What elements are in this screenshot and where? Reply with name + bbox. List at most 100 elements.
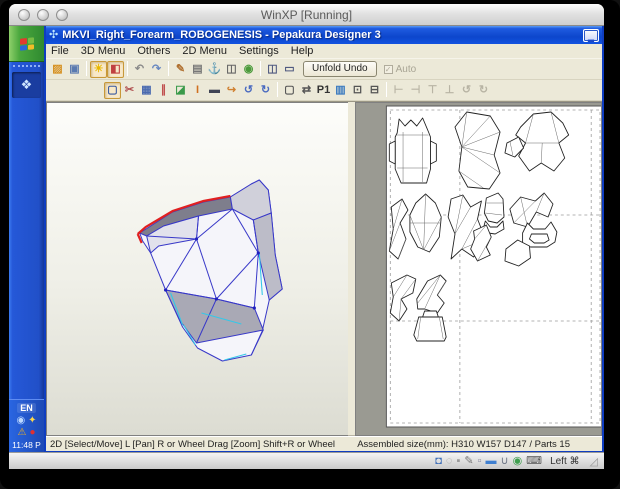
antivirus-icon[interactable]: ● — [29, 427, 35, 438]
volume-icon[interactable]: ◉ — [16, 415, 25, 426]
vm-window: WinXP [Running] ❖ EN ◉ ✦ ⚠ ● 11:48 P ✣ M… — [9, 4, 604, 469]
tray-icons: ◉ ✦ ⚠ ● — [12, 415, 42, 438]
language-indicator[interactable]: EN — [17, 403, 36, 413]
status-bar: 2D [Select/Move] L [Pan] R or Wheel Drag… — [46, 436, 602, 451]
rotate-left-disabled-icon: ↺ — [461, 83, 472, 96]
host-key-label: Left ⌘ — [550, 455, 580, 467]
resize-grip[interactable]: ◿ — [590, 455, 598, 468]
save-file-icon[interactable]: ▣ — [66, 61, 83, 78]
page-number-icon[interactable]: P1 — [315, 82, 332, 99]
toolbar-separator — [86, 60, 87, 76]
start-button[interactable] — [9, 26, 44, 62]
app-minimize-button[interactable]: ▂ — [583, 28, 599, 42]
glue-tab-icon[interactable]: ◪ — [172, 82, 189, 99]
app-titlebar: ✣ MKVI_Right_Forearm_ROBOGENESIS - Pepak… — [46, 26, 602, 44]
menu-file[interactable]: File — [51, 45, 69, 57]
security-key-icon[interactable]: ✦ — [28, 415, 36, 426]
2d-view[interactable] — [355, 102, 602, 436]
pattern-sheet — [385, 105, 601, 428]
light-toggle-icon[interactable]: ☀ — [90, 60, 107, 78]
rotate-right-disabled-icon: ↻ — [478, 83, 489, 96]
edit-flaps-icon[interactable]: ✂ — [121, 82, 138, 99]
keyboard-capture-icon[interactable]: ⌨ — [526, 455, 542, 467]
main-toolbar-icons: ▨ ▣ ☀ ◧ ↶ ↷ ✎ ▤ ⚓ ◫ ◉ ◫ ▭ — [49, 60, 298, 78]
toolbar-separator — [386, 81, 387, 97]
menu-settings[interactable]: Settings — [239, 45, 279, 57]
pepakura-window: ✣ MKVI_Right_Forearm_ROBOGENESIS - Pepak… — [44, 26, 604, 452]
clipboard-icon[interactable]: ▫ — [478, 455, 482, 467]
pattern-piece-8[interactable] — [483, 192, 505, 224]
screenshot-root: WinXP [Running] ❖ EN ◉ ✦ ⚠ ● 11:48 P ✣ M… — [0, 0, 620, 489]
scale-chart-icon[interactable]: ▥ — [332, 82, 349, 99]
work-area — [46, 101, 602, 436]
vm-window-title: WinXP [Running] — [260, 7, 353, 22]
part-box-icon[interactable]: ◫ — [223, 61, 240, 78]
network-icon[interactable]: ◉ — [513, 455, 523, 467]
main-toolbar: ▨ ▣ ☀ ◧ ↶ ↷ ✎ ▤ ⚓ ◫ ◉ ◫ ▭ Unfold Undo ✓ Auto — [46, 59, 602, 80]
select-rect-icon[interactable]: ▢ — [281, 82, 298, 99]
toolbar-separator — [277, 81, 278, 97]
draw-lines-icon[interactable]: ∥ — [155, 82, 172, 99]
display-icon[interactable]: ▬ — [486, 455, 497, 467]
clock: 11:48 P — [12, 440, 41, 450]
arrange-parts-icon[interactable]: ⇄ — [298, 82, 315, 99]
menu-2d-menu[interactable]: 2D Menu — [182, 45, 227, 57]
taskbar-separator — [13, 65, 40, 67]
auto-checkbox-box: ✓ — [383, 64, 393, 74]
texture-display-icon[interactable]: ▦ — [138, 82, 155, 99]
menu-bar: File 3D Menu Others 2D Menu Settings Help — [46, 44, 602, 59]
3d-view[interactable] — [46, 102, 348, 436]
security-alert-icon[interactable]: ⚠ — [17, 427, 26, 438]
toolbar-separator — [168, 60, 169, 76]
open-file-icon[interactable]: ▨ — [49, 61, 66, 78]
tablet-pen-icon[interactable]: ✎ — [464, 455, 473, 467]
assembled-size: Assembled size(mm): H310 W157 D147 / Par… — [357, 438, 570, 450]
redo-icon[interactable]: ↷ — [148, 61, 165, 78]
joint-point-icon[interactable]: ◉ — [240, 61, 257, 78]
taskbar-item-pepakura[interactable]: ❖ — [12, 72, 41, 98]
check-sheet-icon[interactable]: ⊡ — [349, 82, 366, 99]
menu-3d-menu[interactable]: 3D Menu — [81, 45, 126, 57]
windows-flag-icon — [19, 36, 34, 51]
ruler-icon[interactable]: ⊟ — [366, 82, 383, 99]
anchor-icon[interactable]: ⚓ — [206, 61, 223, 78]
unfold-undo-button[interactable]: Unfold Undo — [303, 61, 377, 77]
pepakura-taskbar-icon: ❖ — [20, 77, 33, 92]
pen-tool-icon[interactable]: ✎ — [172, 61, 189, 78]
view-splitter[interactable] — [348, 102, 355, 436]
select-move-tool-icon[interactable]: ▢ — [104, 81, 121, 99]
layout-single-view-icon[interactable]: ▭ — [281, 61, 298, 78]
xp-taskbar: ❖ EN ◉ ✦ ⚠ ● 11:48 P — [9, 26, 44, 452]
2d-toolbar: ▢ ✂ ▦ ∥ ◪ I ▬ ↪ ↺ ↻ ▢ ⇄ P1 ▥ ⊡ ⊟ ⊢ ⊣ ⊤ ⊥ ↺ ↻ — [46, 80, 602, 101]
menu-others[interactable]: Others — [137, 45, 170, 57]
texture-cube-icon[interactable]: ◧ — [107, 60, 124, 78]
optical-disc-icon[interactable]: ◌ — [446, 455, 453, 467]
status-hint: 2D [Select/Move] L [Pan] R or Wheel Drag… — [50, 438, 336, 450]
image-box-icon[interactable]: ▬ — [206, 82, 223, 99]
move-part-icon[interactable]: ↪ — [223, 82, 240, 99]
app-title: MKVI_Right_Forearm_ROBOGENESIS - Pepakur… — [62, 29, 381, 41]
align-right-icon: ⊣ — [410, 83, 421, 96]
harddisk-icon[interactable]: ◘ — [435, 455, 442, 467]
toolbar-separator — [260, 60, 261, 76]
layout-both-views-icon[interactable]: ◫ — [264, 61, 281, 78]
auto-checkbox[interactable]: ✓ Auto — [383, 63, 417, 75]
vm-titlebar: WinXP [Running] — [9, 4, 604, 26]
rotate-cw-icon[interactable]: ↻ — [257, 82, 274, 99]
text-tool-icon[interactable]: I — [189, 82, 206, 99]
undo-icon[interactable]: ↶ — [131, 61, 148, 78]
3d-model — [136, 179, 283, 362]
menu-help[interactable]: Help — [291, 45, 314, 57]
2d-toolbar-icons: ▢ ✂ ▦ ∥ ◪ I ▬ ↪ ↺ ↻ ▢ ⇄ P1 ▥ ⊡ ⊟ ⊢ ⊣ ⊤ ⊥ ↺ ↻ — [104, 81, 492, 99]
print-icon[interactable]: ▤ — [189, 61, 206, 78]
auto-checkbox-label: Auto — [395, 63, 417, 75]
pepakura-app-icon: ✣ — [49, 28, 59, 41]
floppy-icon[interactable]: ▪ — [456, 455, 460, 467]
xp-desktop: ❖ EN ◉ ✦ ⚠ ● 11:48 P ✣ MKVI_Right_Forearm_R… — [9, 26, 604, 452]
align-top-icon: ⊤ — [427, 83, 438, 96]
taskbar-empty-area — [9, 100, 44, 399]
usb-icon[interactable]: ∪ — [501, 455, 509, 467]
rotate-ccw-icon[interactable]: ↺ — [240, 82, 257, 99]
system-tray: EN ◉ ✦ ⚠ ● 11:48 P — [9, 399, 44, 452]
vm-status-icons: ◘ ◌ ▪ ✎ ▫ ▬ ∪ ◉ ⌨ — [435, 455, 542, 467]
